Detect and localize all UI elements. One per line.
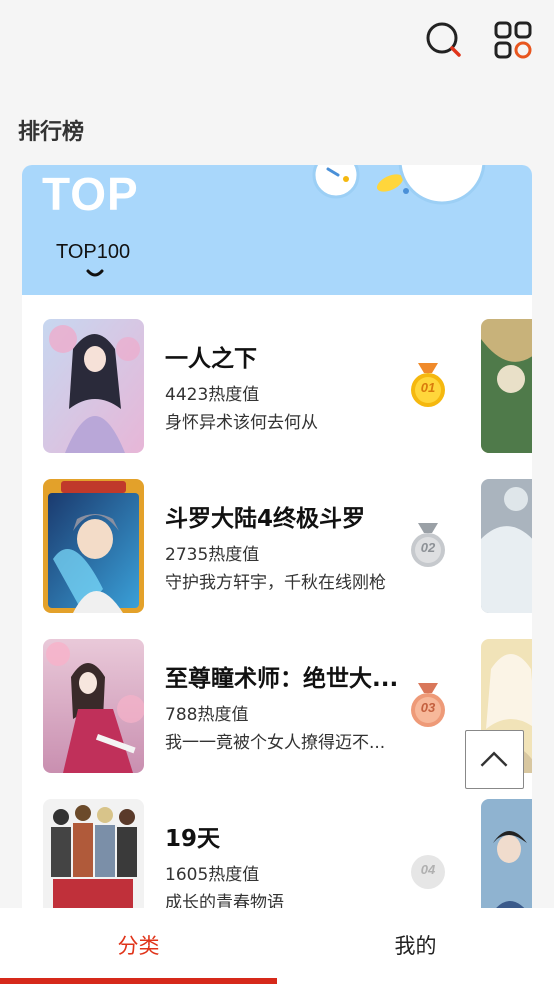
gold-medal-icon: 01 [410,363,446,409]
banner-decoration [312,165,486,205]
item-title: 一人之下 [165,346,257,372]
rank-badge-icon: 04 [410,845,446,891]
comic-cover[interactable] [43,799,144,925]
banner-label: TOP [42,168,139,220]
back-to-top-button[interactable] [465,730,524,789]
top-bar [0,0,554,80]
nav-item-category[interactable]: 分类 [0,908,277,985]
rank-number: 03 [420,700,436,715]
chevron-up-icon [480,751,508,767]
item-description: 我一一竟被个女人撩得迈不... [165,733,386,753]
rank-number: 02 [420,540,436,555]
bronze-medal-icon: 03 [410,683,446,729]
item-heat: 4423热度值 [165,385,260,405]
side-cover[interactable] [481,479,532,613]
rank-number: 04 [420,862,436,877]
tab-top100[interactable]: TOP100 [56,241,130,264]
silver-medal-icon: 02 [410,523,446,569]
ranking-item[interactable]: 一人之下 4423热度值 身怀异术该何去何从 01 [22,295,532,455]
side-cover[interactable] [481,799,532,925]
grid-menu-icon[interactable] [493,20,533,60]
item-heat: 2735热度值 [165,545,260,565]
item-heat: 788热度值 [165,705,249,725]
ranking-item[interactable]: 斗罗大陆4终极斗罗 2735热度值 守护我方轩宇，千秋在线刚枪 02 [22,455,532,615]
ranking-item[interactable]: 19天 1605热度值 成长的青春物语 04 [22,775,532,925]
side-cover[interactable] [481,319,532,453]
rank-number: 01 [420,380,436,395]
tab-indicator [86,269,104,277]
item-description: 守护我方轩宇，千秋在线刚枪 [165,573,386,593]
item-description: 身怀异术该何去何从 [165,413,318,433]
ranking-card: TOP TOP100 一人之下 4423热度值 身怀异术该何去何从 01 斗罗大… [22,165,532,925]
nav-active-indicator [0,978,277,984]
section-title: 排行榜 [18,120,85,145]
nav-item-mine[interactable]: 我的 [277,908,554,985]
item-heat: 1605热度值 [165,865,260,885]
item-title: 19天 [165,826,221,852]
comic-cover[interactable] [43,319,144,453]
comic-cover[interactable] [43,479,144,613]
ranking-item[interactable]: 至尊瞳术师：绝世大... 788热度值 我一一竟被个女人撩得迈不... 03 [22,615,532,775]
comic-cover[interactable] [43,639,144,773]
item-title: 斗罗大陆4终极斗罗 [165,506,366,532]
item-title: 至尊瞳术师：绝世大... [165,666,399,692]
bottom-nav: 分类 我的 [0,908,554,985]
ranking-banner: TOP TOP100 [22,165,532,295]
search-icon[interactable] [424,20,464,60]
